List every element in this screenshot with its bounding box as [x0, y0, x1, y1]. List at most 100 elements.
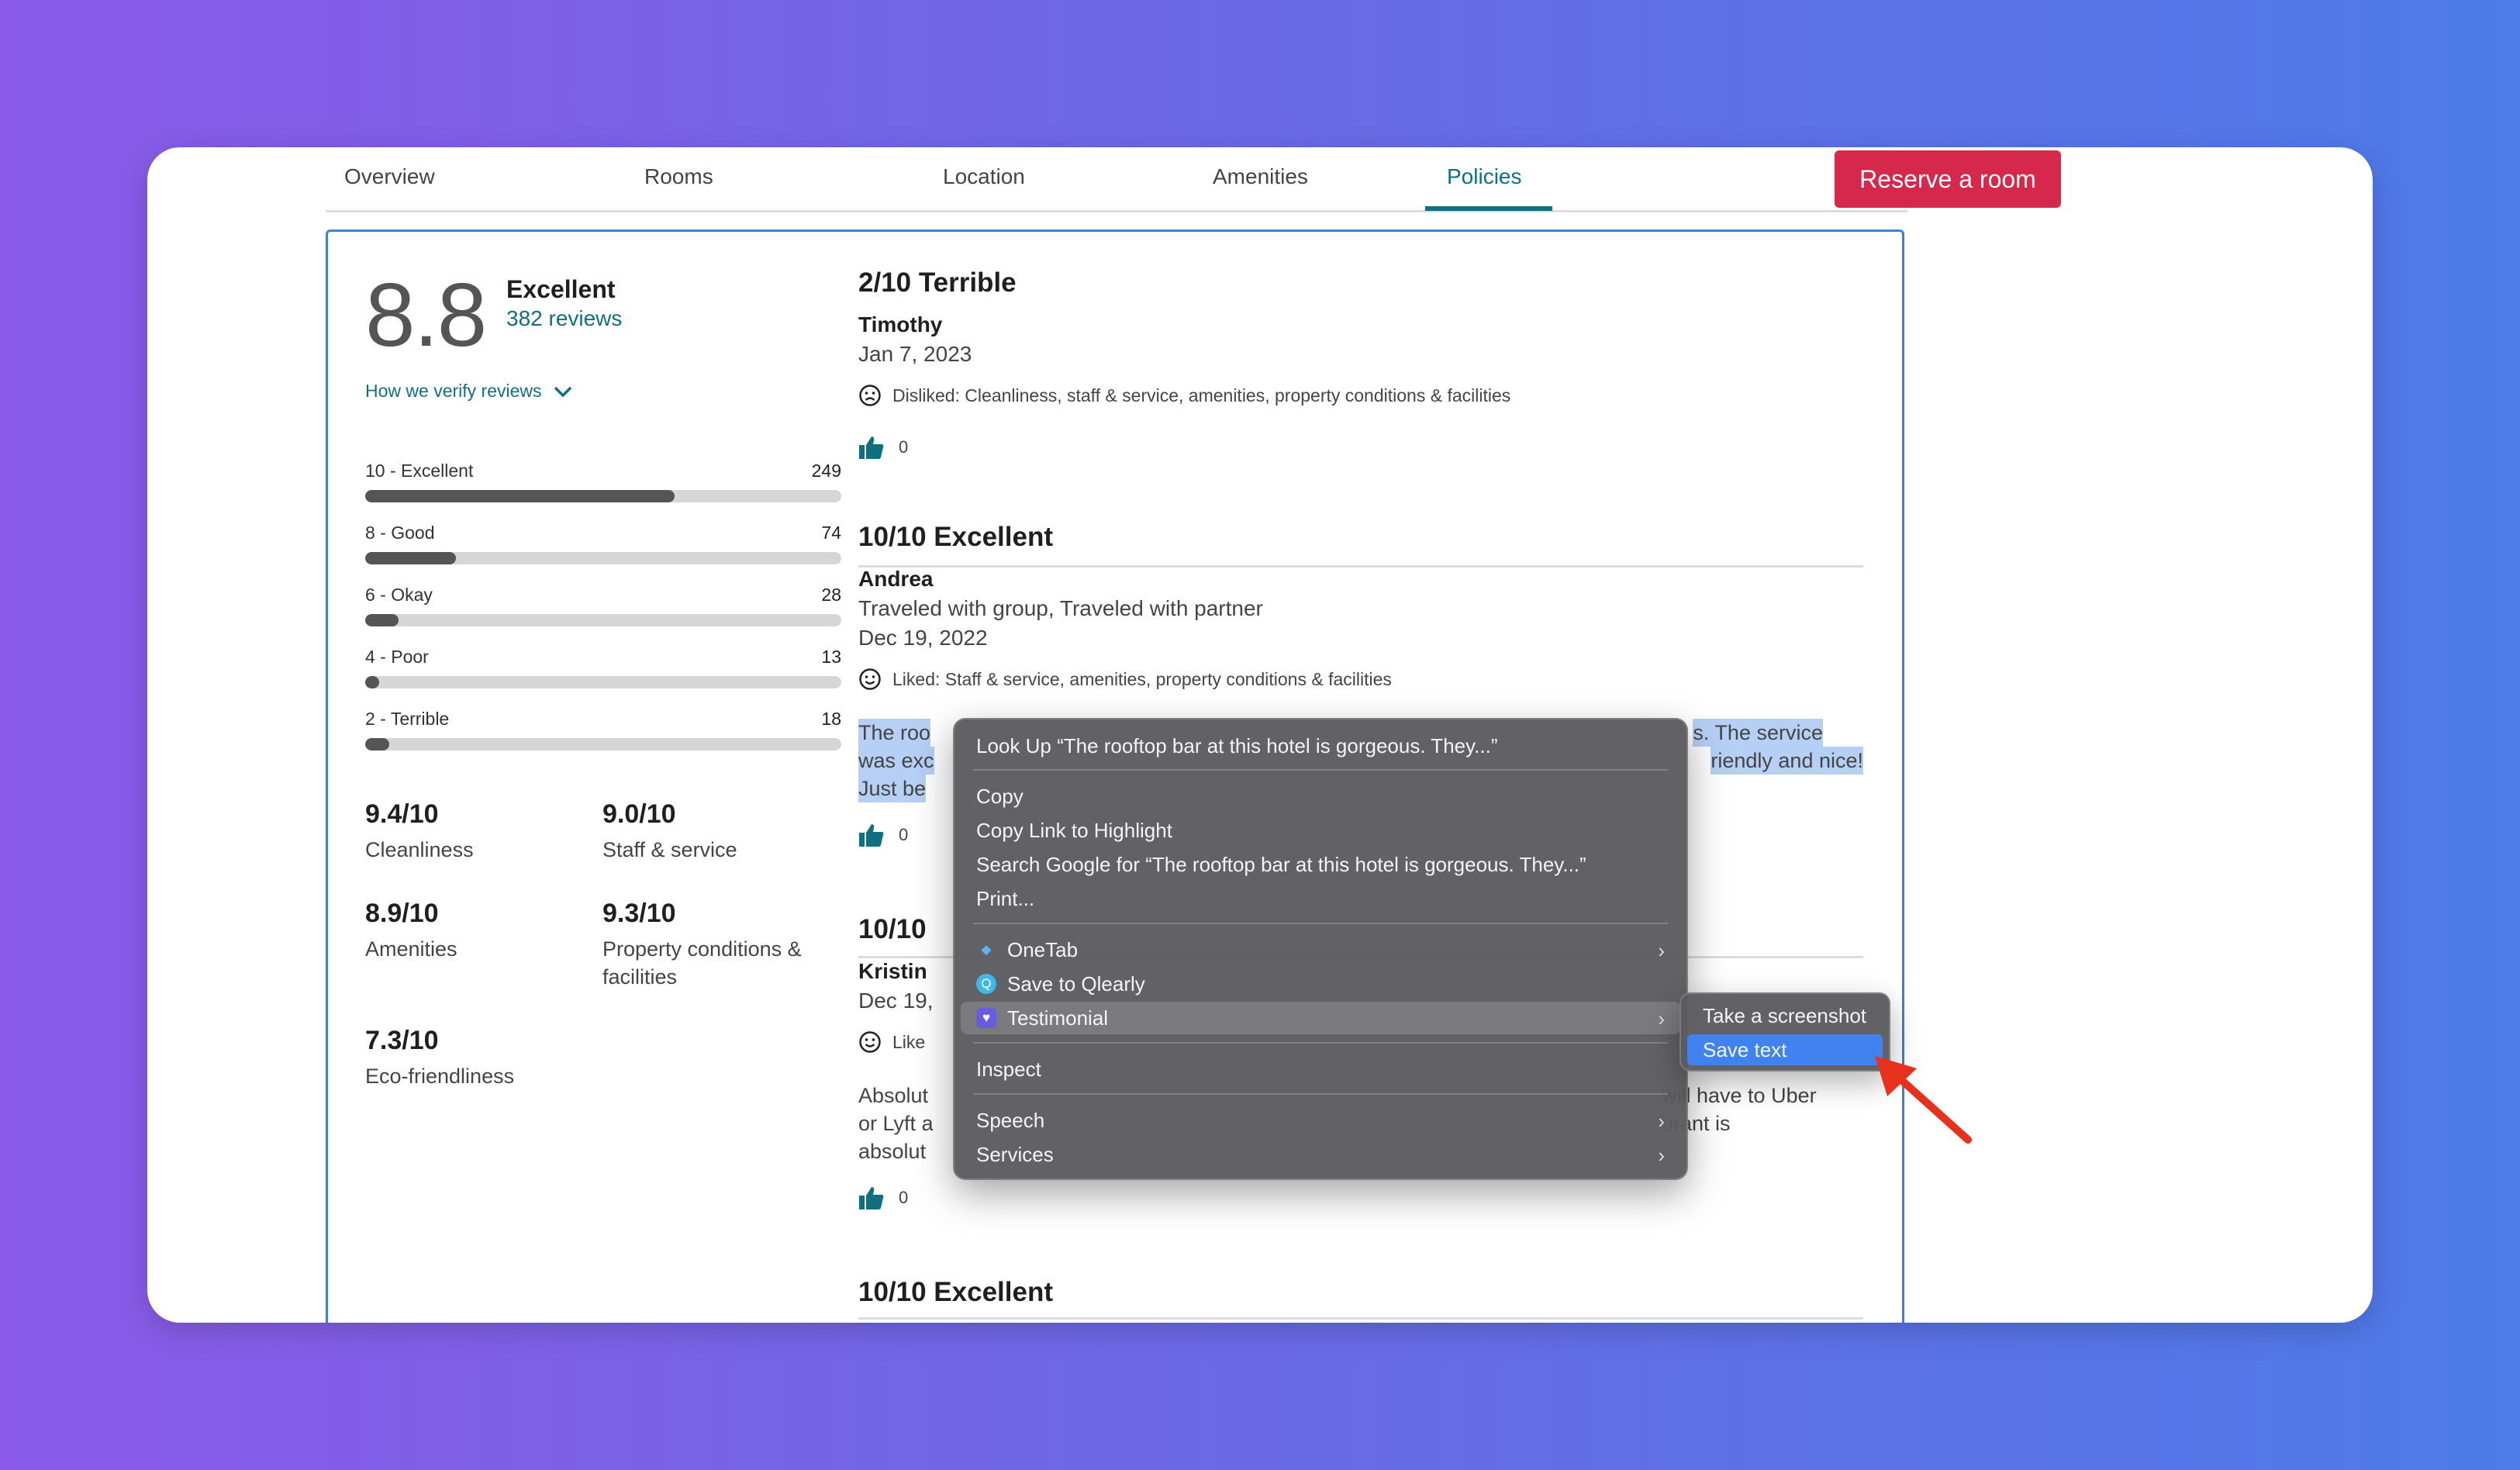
menu-separator — [973, 769, 1668, 771]
submenu-take-screenshot[interactable]: Take a screenshot — [1687, 1000, 1883, 1031]
menu-qlearly[interactable]: Q Save to Qlearly — [961, 968, 1680, 1000]
helpful-count: 0 — [899, 825, 909, 844]
menu-testimonial[interactable]: ♥ Testimonial › — [961, 1002, 1680, 1034]
selected-text-line: was exc — [858, 747, 934, 775]
review-text-line: or Lyft a — [858, 1112, 934, 1135]
score-property-conditions: 9.3/10 Property conditions & facilities — [602, 899, 851, 991]
context-menu: Look Up “The rooftop bar at this hotel i… — [953, 718, 1688, 1180]
score-name: Staff & service — [602, 838, 737, 861]
helpful-button[interactable]: 0 — [858, 1185, 1863, 1210]
rating-bar-fill — [365, 676, 380, 688]
reserve-room-button[interactable]: Reserve a room — [1835, 150, 2061, 208]
review-sentiment: Disliked: Cleanliness, staff & service, … — [858, 384, 1863, 407]
thumbs-up-icon — [859, 824, 884, 847]
active-tab-indicator — [1425, 206, 1552, 211]
score-name: Property conditions & facilities — [602, 937, 802, 989]
helpful-count: 0 — [899, 437, 909, 457]
submenu-save-text[interactable]: Save text — [1687, 1034, 1883, 1065]
selected-text-line: The roo — [858, 719, 931, 747]
menu-print[interactable]: Print... — [961, 882, 1680, 915]
menu-speech[interactable]: Speech › — [961, 1104, 1680, 1137]
menu-services-label: Services — [976, 1142, 1054, 1166]
helpful-count: 0 — [899, 1188, 909, 1207]
review-date: Dec 19, 2022 — [858, 626, 988, 650]
menu-inspect[interactable]: Inspect — [961, 1053, 1680, 1085]
menu-copy[interactable]: Copy — [961, 780, 1680, 813]
review-title: 10/10 Excellent — [858, 522, 1053, 552]
review-author: Timothy — [858, 312, 943, 336]
review-text-line: absolut — [858, 1140, 927, 1163]
rating-bar-count: 28 — [821, 585, 841, 605]
selected-text-line: s. The service — [1693, 719, 1823, 747]
testimonial-icon: ♥ — [976, 1008, 996, 1028]
score-name: Cleanliness — [365, 838, 474, 861]
review-title: 10/10 Excellent — [858, 1277, 1053, 1307]
review-date: Jan 7, 2023 — [858, 342, 972, 366]
tab-amenities[interactable]: Amenities — [1213, 164, 1308, 189]
hotel-nav: Overview Rooms Location Amenities Polici… — [326, 147, 2061, 212]
score-value: 9.0/10 — [602, 799, 676, 829]
menu-services[interactable]: Services › — [961, 1138, 1680, 1171]
selected-text-line: riendly and nice! — [1710, 747, 1863, 775]
menu-speech-label: Speech — [976, 1108, 1045, 1132]
testimonial-submenu: Take a screenshot Save text — [1679, 992, 1890, 1071]
review-card: 10/10 Excellent — [858, 1277, 1863, 1308]
verify-reviews-label: How we verify reviews — [365, 381, 542, 401]
rating-bar-fill — [365, 552, 456, 564]
menu-separator — [973, 923, 1668, 924]
review-sentiment-text: Disliked: Cleanliness, staff & service, … — [892, 385, 1511, 405]
score-eco-friendliness: 7.3/10 Eco-friendliness — [365, 1026, 514, 1090]
rating-bar-track — [365, 676, 841, 688]
review-travel-type: Traveled with group, Traveled with partn… — [858, 596, 1263, 620]
rating-bar-label: 2 - Terrible — [365, 709, 450, 729]
tab-overview[interactable]: Overview — [344, 164, 435, 189]
overall-label: Excellent — [506, 275, 616, 303]
chevron-right-icon: › — [1658, 1109, 1665, 1133]
menu-separator — [973, 1093, 1668, 1095]
chevron-right-icon: › — [1658, 1007, 1665, 1030]
menu-copy-link[interactable]: Copy Link to Highlight — [961, 814, 1680, 847]
review-sentiment: Liked: Staff & service, amenities, prope… — [858, 668, 1863, 691]
chevron-down-icon — [554, 386, 571, 397]
rating-bar-fill — [365, 738, 389, 751]
review-sentiment-text: Like — [892, 1031, 926, 1052]
rating-bar-count: 249 — [811, 461, 841, 481]
rating-bar-label: 6 - Okay — [365, 585, 433, 605]
menu-testimonial-label: Testimonial — [1007, 1006, 1109, 1030]
sad-face-icon — [859, 385, 881, 406]
chevron-right-icon: › — [1658, 1144, 1665, 1167]
rating-bar-track — [365, 614, 841, 626]
rating-bar-count: 18 — [821, 709, 841, 729]
rating-bar-count: 74 — [821, 523, 841, 543]
menu-separator — [973, 1042, 1668, 1044]
rating-bar-track — [365, 490, 841, 502]
rating-bar-track — [365, 552, 841, 564]
tab-location[interactable]: Location — [943, 164, 1025, 189]
score-cleanliness: 9.4/10 Cleanliness — [365, 799, 474, 864]
menu-onetab[interactable]: ◆ OneTab › — [961, 933, 1680, 966]
menu-qlearly-label: Save to Qlearly — [1007, 971, 1145, 996]
score-amenities: 8.9/10 Amenities — [365, 899, 457, 963]
tab-rooms[interactable]: Rooms — [644, 164, 713, 189]
menu-look-up[interactable]: Look Up “The rooftop bar at this hotel i… — [961, 730, 1680, 762]
verify-reviews-link[interactable]: How we verify reviews — [365, 381, 573, 402]
chevron-right-icon: › — [1658, 939, 1665, 962]
tab-policies[interactable]: Policies — [1447, 164, 1521, 189]
score-name: Amenities — [365, 937, 457, 961]
thumbs-up-icon — [859, 1187, 884, 1209]
rating-bar-fill — [365, 490, 675, 502]
rating-bar-label: 10 - Excellent — [365, 461, 474, 481]
score-value: 7.3/10 — [365, 1026, 439, 1055]
menu-onetab-label: OneTab — [1007, 937, 1079, 961]
thumbs-up-icon — [859, 437, 884, 459]
review-text-line: Absolut — [858, 1084, 929, 1107]
menu-search-google[interactable]: Search Google for “The rooftop bar at th… — [961, 848, 1680, 881]
selected-text-line: Just be — [858, 775, 927, 802]
rating-bar-label: 4 - Poor — [365, 647, 429, 667]
annotation-arrow-icon — [1875, 1056, 1972, 1144]
helpful-button[interactable]: 0 — [858, 435, 1863, 460]
review-author: Andrea — [858, 567, 934, 591]
overall-score: 8.8 — [365, 264, 487, 365]
review-count-link[interactable]: 382 reviews — [506, 306, 622, 331]
smile-face-icon — [859, 1031, 881, 1053]
